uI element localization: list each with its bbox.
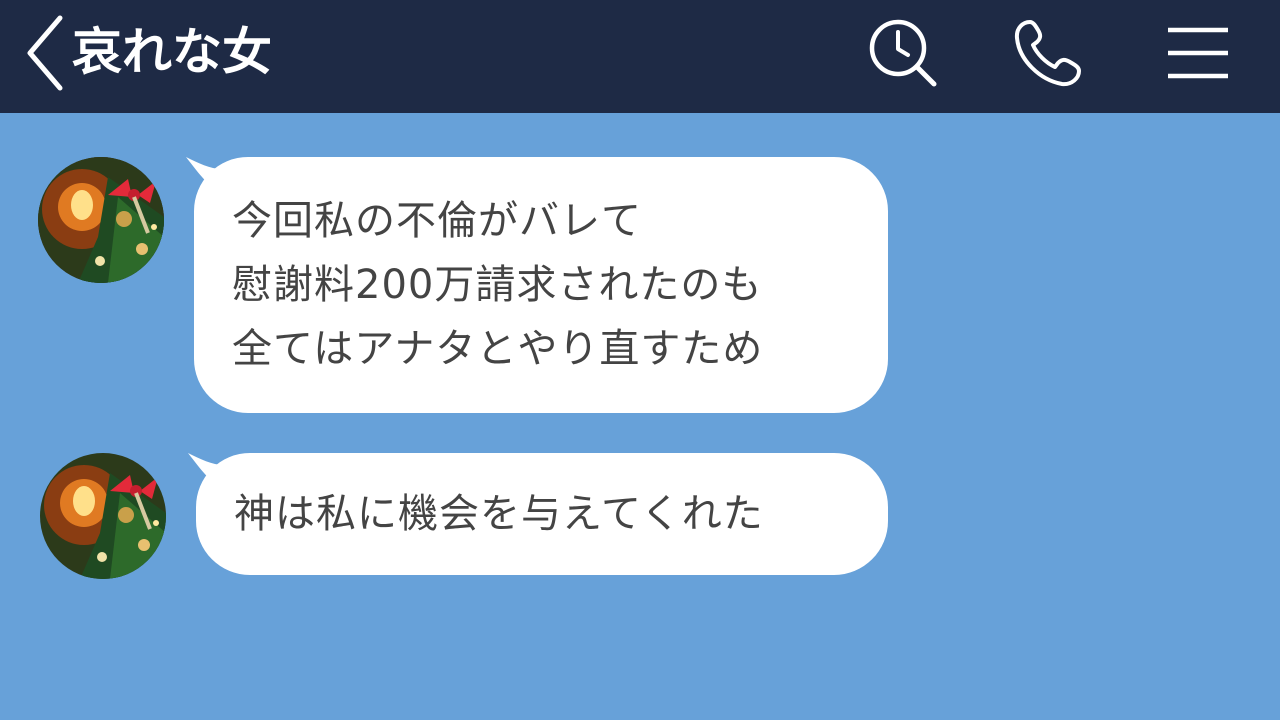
sender-avatar[interactable] [40,453,166,579]
chat-message-area[interactable]: 今回私の不倫がバレて 慰謝料200万請求されたのも 全てはアナタとやり直すため … [0,113,1280,720]
phone-icon [1014,20,1081,87]
message-bubble[interactable]: 今回私の不倫がバレて 慰謝料200万請求されたのも 全てはアナタとやり直すため [194,157,888,413]
menu-button[interactable] [1158,18,1238,88]
chat-header: 哀れな女 [0,0,1280,113]
message-text-line: 慰謝料200万請求されたのも [232,262,763,308]
back-button[interactable] [22,12,70,94]
message-text-line: 全てはアナタとやり直すため [232,326,764,372]
message-text-line: 神は私に機会を与えてくれた [234,491,764,537]
search-button[interactable] [864,18,944,94]
call-button[interactable] [1006,16,1086,92]
chevron-left-icon [27,15,63,91]
hamburger-menu-icon [1168,27,1228,79]
christmas-tree-avatar-icon [38,157,164,283]
sender-avatar[interactable] [38,157,164,283]
message-text-line: 今回私の不倫がバレて [232,198,642,244]
christmas-tree-avatar-icon [40,453,166,579]
chat-title: 哀れな女 [72,23,272,81]
search-icon [869,19,937,87]
message-bubble[interactable]: 神は私に機会を与えてくれた [196,453,888,575]
